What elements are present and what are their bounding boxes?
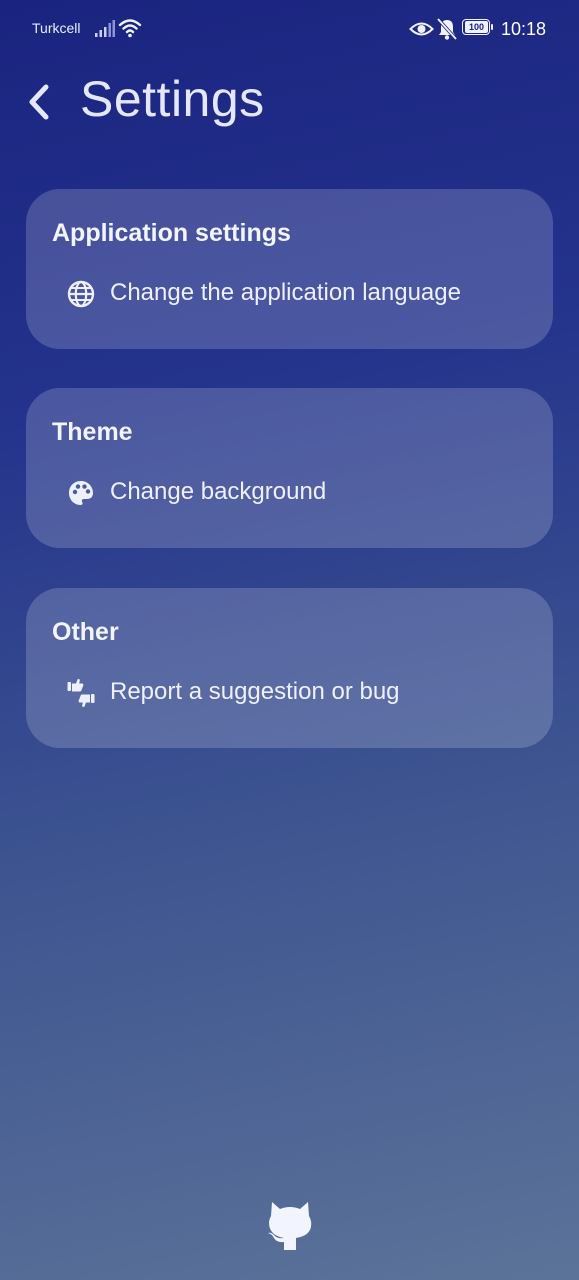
change-background-item[interactable]: Change background	[52, 470, 532, 514]
palette-icon	[69, 481, 93, 505]
change-language-label: Change the application language	[110, 279, 461, 306]
status-bar: Turkcell 100 10:18	[0, 0, 579, 58]
chevron-left-icon	[29, 84, 49, 120]
globe-icon	[67, 280, 95, 308]
thumbs-up-down-icon	[67, 678, 95, 708]
clock: 10:18	[501, 19, 547, 39]
section-theme: Theme Change background	[26, 388, 553, 548]
change-language-item[interactable]: Change the application language	[52, 271, 532, 315]
section-other: Other Report a suggestion or bug	[26, 588, 553, 748]
eye-icon	[409, 22, 434, 36]
report-bug-label: Report a suggestion or bug	[110, 678, 400, 705]
carrier-name: Turkcell	[32, 20, 81, 36]
battery-body: 100	[462, 19, 490, 35]
signal-icon	[95, 20, 115, 37]
back-button[interactable]	[18, 74, 62, 124]
page-title: Settings	[80, 71, 265, 127]
section-title: Application settings	[52, 219, 291, 247]
section-application-settings: Application settings Change the applicat…	[26, 189, 553, 349]
section-title: Other	[52, 618, 119, 646]
report-bug-item[interactable]: Report a suggestion or bug	[52, 670, 532, 714]
battery-level: 100	[465, 21, 488, 33]
wifi-icon	[118, 19, 142, 38]
battery-indicator: 100	[462, 19, 494, 37]
bell-off-icon	[436, 17, 458, 41]
section-title: Theme	[52, 418, 133, 446]
header: Settings	[0, 68, 579, 136]
battery-tip	[491, 24, 493, 30]
github-icon[interactable]	[265, 1198, 315, 1252]
change-background-label: Change background	[110, 478, 327, 505]
